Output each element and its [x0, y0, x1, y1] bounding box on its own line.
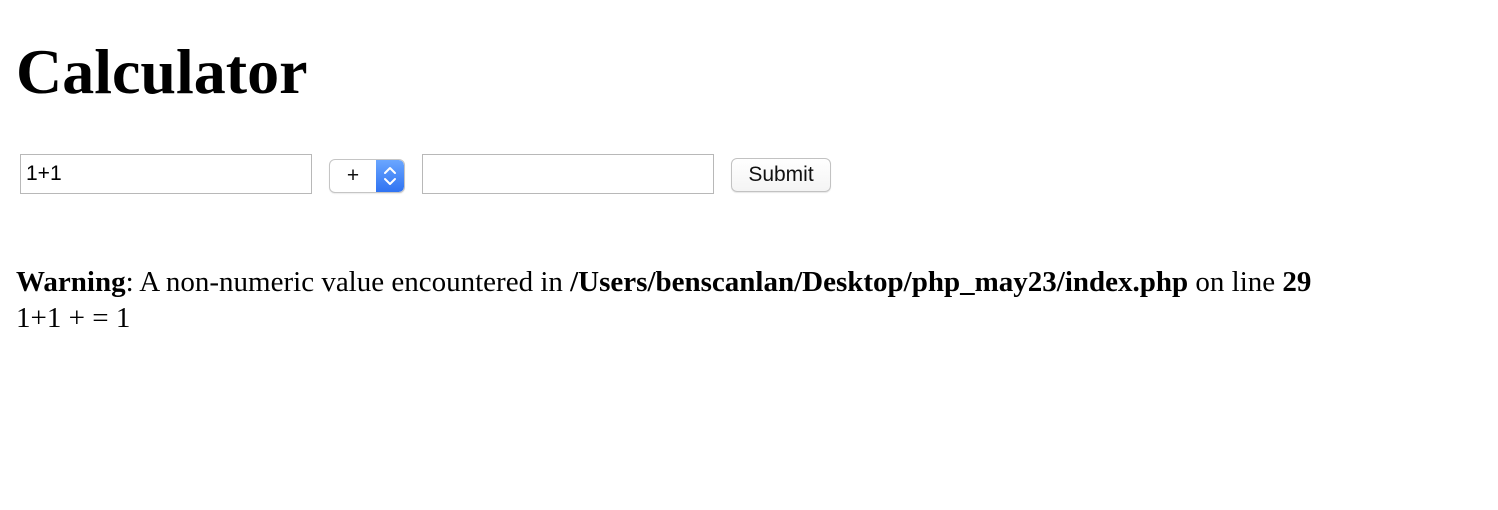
operator-select[interactable]: + — [329, 159, 405, 193]
warning-label: Warning — [16, 266, 126, 298]
operator-selected-value: + — [346, 164, 360, 187]
warning-line-text: on line — [1188, 266, 1283, 298]
first-number-input[interactable] — [20, 154, 312, 194]
warning-file-path: /Users/benscanlan/Desktop/php_may23/inde… — [570, 266, 1189, 298]
page-title: Calculator — [16, 36, 308, 107]
warning-text: : A non-numeric value encountered in — [125, 266, 571, 298]
chevron-up-down-icon — [384, 167, 396, 185]
warning-message: Warning: A non-numeric value encountered… — [16, 264, 1311, 300]
page: Calculator + Submit Warning: A non-numer… — [0, 0, 1498, 510]
submit-button[interactable]: Submit — [731, 158, 831, 192]
result-text: 1+1 + = 1 — [16, 302, 131, 334]
second-number-input[interactable] — [422, 154, 714, 194]
warning-line-number: 29 — [1282, 266, 1312, 298]
select-arrows-icon — [376, 160, 404, 192]
php-output: Warning: A non-numeric value encountered… — [16, 264, 1311, 336]
